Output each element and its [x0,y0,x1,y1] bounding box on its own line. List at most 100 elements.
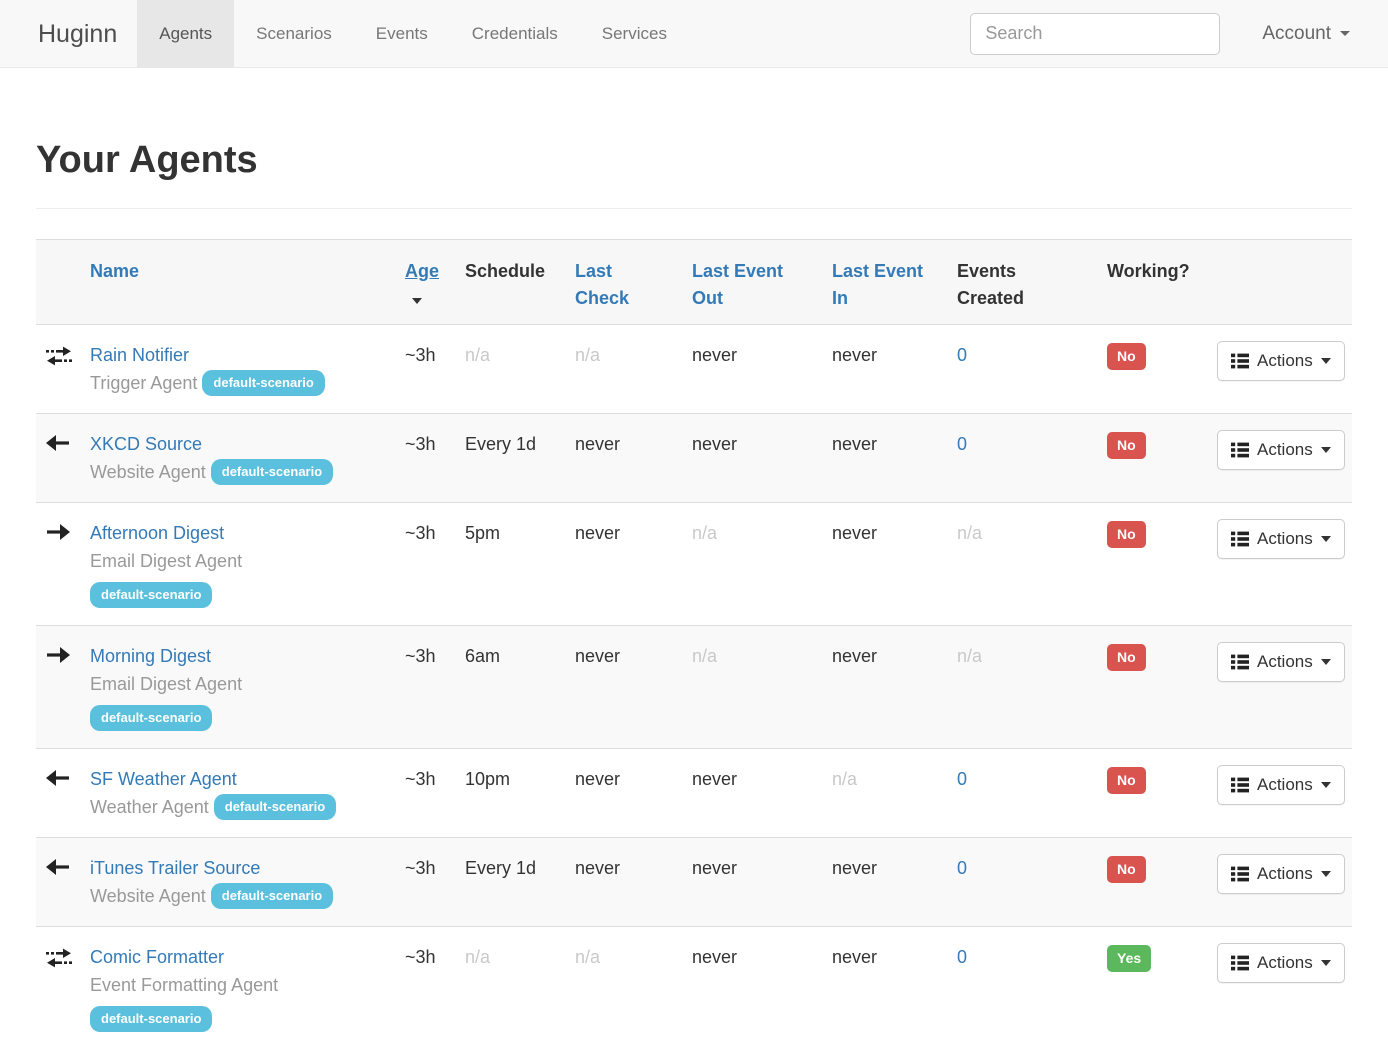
age-cell: ~3h [397,927,457,1049]
navbar-spacer [689,0,970,67]
age-cell: ~3h [397,325,457,414]
schedule-cell: Every 1d [457,414,567,503]
sort-by-age[interactable]: Age [405,261,439,281]
caret-down-icon [1321,659,1331,665]
events-created-link[interactable]: 0 [957,858,967,878]
top-navbar: Huginn Agents Scenarios Events Credentia… [0,0,1388,68]
brand-link[interactable]: Huginn [0,0,137,67]
last-check-cell: n/a [567,927,684,1049]
list-icon [1231,866,1249,882]
events-created-link[interactable]: n/a [957,523,982,543]
events-created-cell: 0 [949,838,1099,927]
events-created-cell: 0 [949,927,1099,1049]
last-event-out-cell: n/a [684,626,824,749]
scenario-badge[interactable]: default-scenario [202,370,324,396]
scenario-badge[interactable]: default-scenario [90,582,212,608]
caret-down-icon [1321,871,1331,877]
actions-button[interactable]: Actions [1217,943,1345,983]
last-check-cell: never [567,414,684,503]
last-event-in-cell: never [824,414,949,503]
actions-button-label: Actions [1257,953,1313,973]
table-row: iTunes Trailer Source Website Agentdefau… [36,838,1352,927]
agent-name-link[interactable]: Morning Digest [90,646,211,666]
scenario-badge[interactable]: default-scenario [211,459,333,485]
last-event-in-cell: never [824,626,949,749]
header-icon-column [36,240,82,325]
page-title: Your Agents [36,138,1352,182]
last-check-cell: never [567,749,684,838]
list-icon [1231,777,1249,793]
events-created-link[interactable]: 0 [957,345,967,365]
arrow-right-icon [46,647,74,663]
last-event-in-cell: never [824,927,949,1049]
actions-button[interactable]: Actions [1217,519,1345,559]
actions-button[interactable]: Actions [1217,854,1345,894]
schedule-cell: 5pm [457,503,567,626]
actions-button-label: Actions [1257,864,1313,884]
last-check-cell: never [567,838,684,927]
working-cell: No [1099,626,1209,749]
table-row: XKCD Source Website Agentdefault-scenari… [36,414,1352,503]
sort-by-name[interactable]: Name [90,261,139,281]
search-input[interactable] [970,13,1220,55]
schedule-cell: Every 1d [457,838,567,927]
last-check-cell: n/a [567,325,684,414]
agent-type-label: Trigger Agent [90,373,197,393]
agent-name-link[interactable]: Rain Notifier [90,345,189,365]
scenario-badge[interactable]: default-scenario [90,1006,212,1032]
schedule-cell: n/a [457,325,567,414]
last-event-out-cell: never [684,838,824,927]
table-header-row: Name Age Schedule Last Check Last Event … [36,240,1352,325]
scenario-badge[interactable]: default-scenario [90,705,212,731]
caret-down-icon [1321,447,1331,453]
working-badge: No [1107,521,1146,548]
last-event-out-cell: never [684,927,824,1049]
actions-button[interactable]: Actions [1217,642,1345,682]
agent-name-link[interactable]: XKCD Source [90,434,202,454]
working-cell: No [1099,325,1209,414]
events-created-link[interactable]: 0 [957,947,967,967]
events-created-link[interactable]: 0 [957,434,967,454]
last-event-in-cell: never [824,503,949,626]
actions-button[interactable]: Actions [1217,430,1345,470]
working-badge: No [1107,856,1146,883]
events-created-cell: 0 [949,414,1099,503]
actions-button-label: Actions [1257,775,1313,795]
caret-down-icon [1340,31,1350,36]
nav-item-agents[interactable]: Agents [137,0,234,67]
agent-name-link[interactable]: Comic Formatter [90,947,224,967]
last-event-out-cell: never [684,325,824,414]
nav-item-credentials[interactable]: Credentials [450,0,580,67]
events-created-cell: n/a [949,626,1099,749]
age-cell: ~3h [397,414,457,503]
nav-item-services[interactable]: Services [580,0,689,67]
actions-button-label: Actions [1257,440,1313,460]
age-cell: ~3h [397,749,457,838]
actions-button[interactable]: Actions [1217,765,1345,805]
list-icon [1231,353,1249,369]
sort-by-last-event-in[interactable]: Last Event In [832,288,932,308]
scenario-badge[interactable]: default-scenario [211,883,333,909]
arrow-right-icon [46,524,74,540]
caret-down-icon [1321,960,1331,966]
scenario-badge[interactable]: default-scenario [214,794,336,820]
table-row: Rain Notifier Trigger Agentdefault-scena… [36,325,1352,414]
events-created-link[interactable]: 0 [957,769,967,789]
last-event-in-cell: never [824,325,949,414]
agent-name-link[interactable]: iTunes Trailer Source [90,858,260,878]
actions-button[interactable]: Actions [1217,341,1345,381]
working-badge: Yes [1107,945,1151,972]
agent-type-label: Email Digest Agent [90,547,389,575]
sort-by-last-event-out[interactable]: Last Event Out [692,288,792,308]
nav-item-events[interactable]: Events [354,0,450,67]
agent-name-link[interactable]: SF Weather Agent [90,769,237,789]
last-event-out-cell: never [684,414,824,503]
agent-name-link[interactable]: Afternoon Digest [90,523,224,543]
schedule-cell: n/a [457,927,567,1049]
nav-item-scenarios[interactable]: Scenarios [234,0,354,67]
arrow-left-icon [46,770,74,786]
last-event-out-cell: n/a [684,503,824,626]
sort-by-last-check[interactable]: Last Check [575,288,645,308]
events-created-link[interactable]: n/a [957,646,982,666]
account-menu[interactable]: Account [1262,23,1350,45]
